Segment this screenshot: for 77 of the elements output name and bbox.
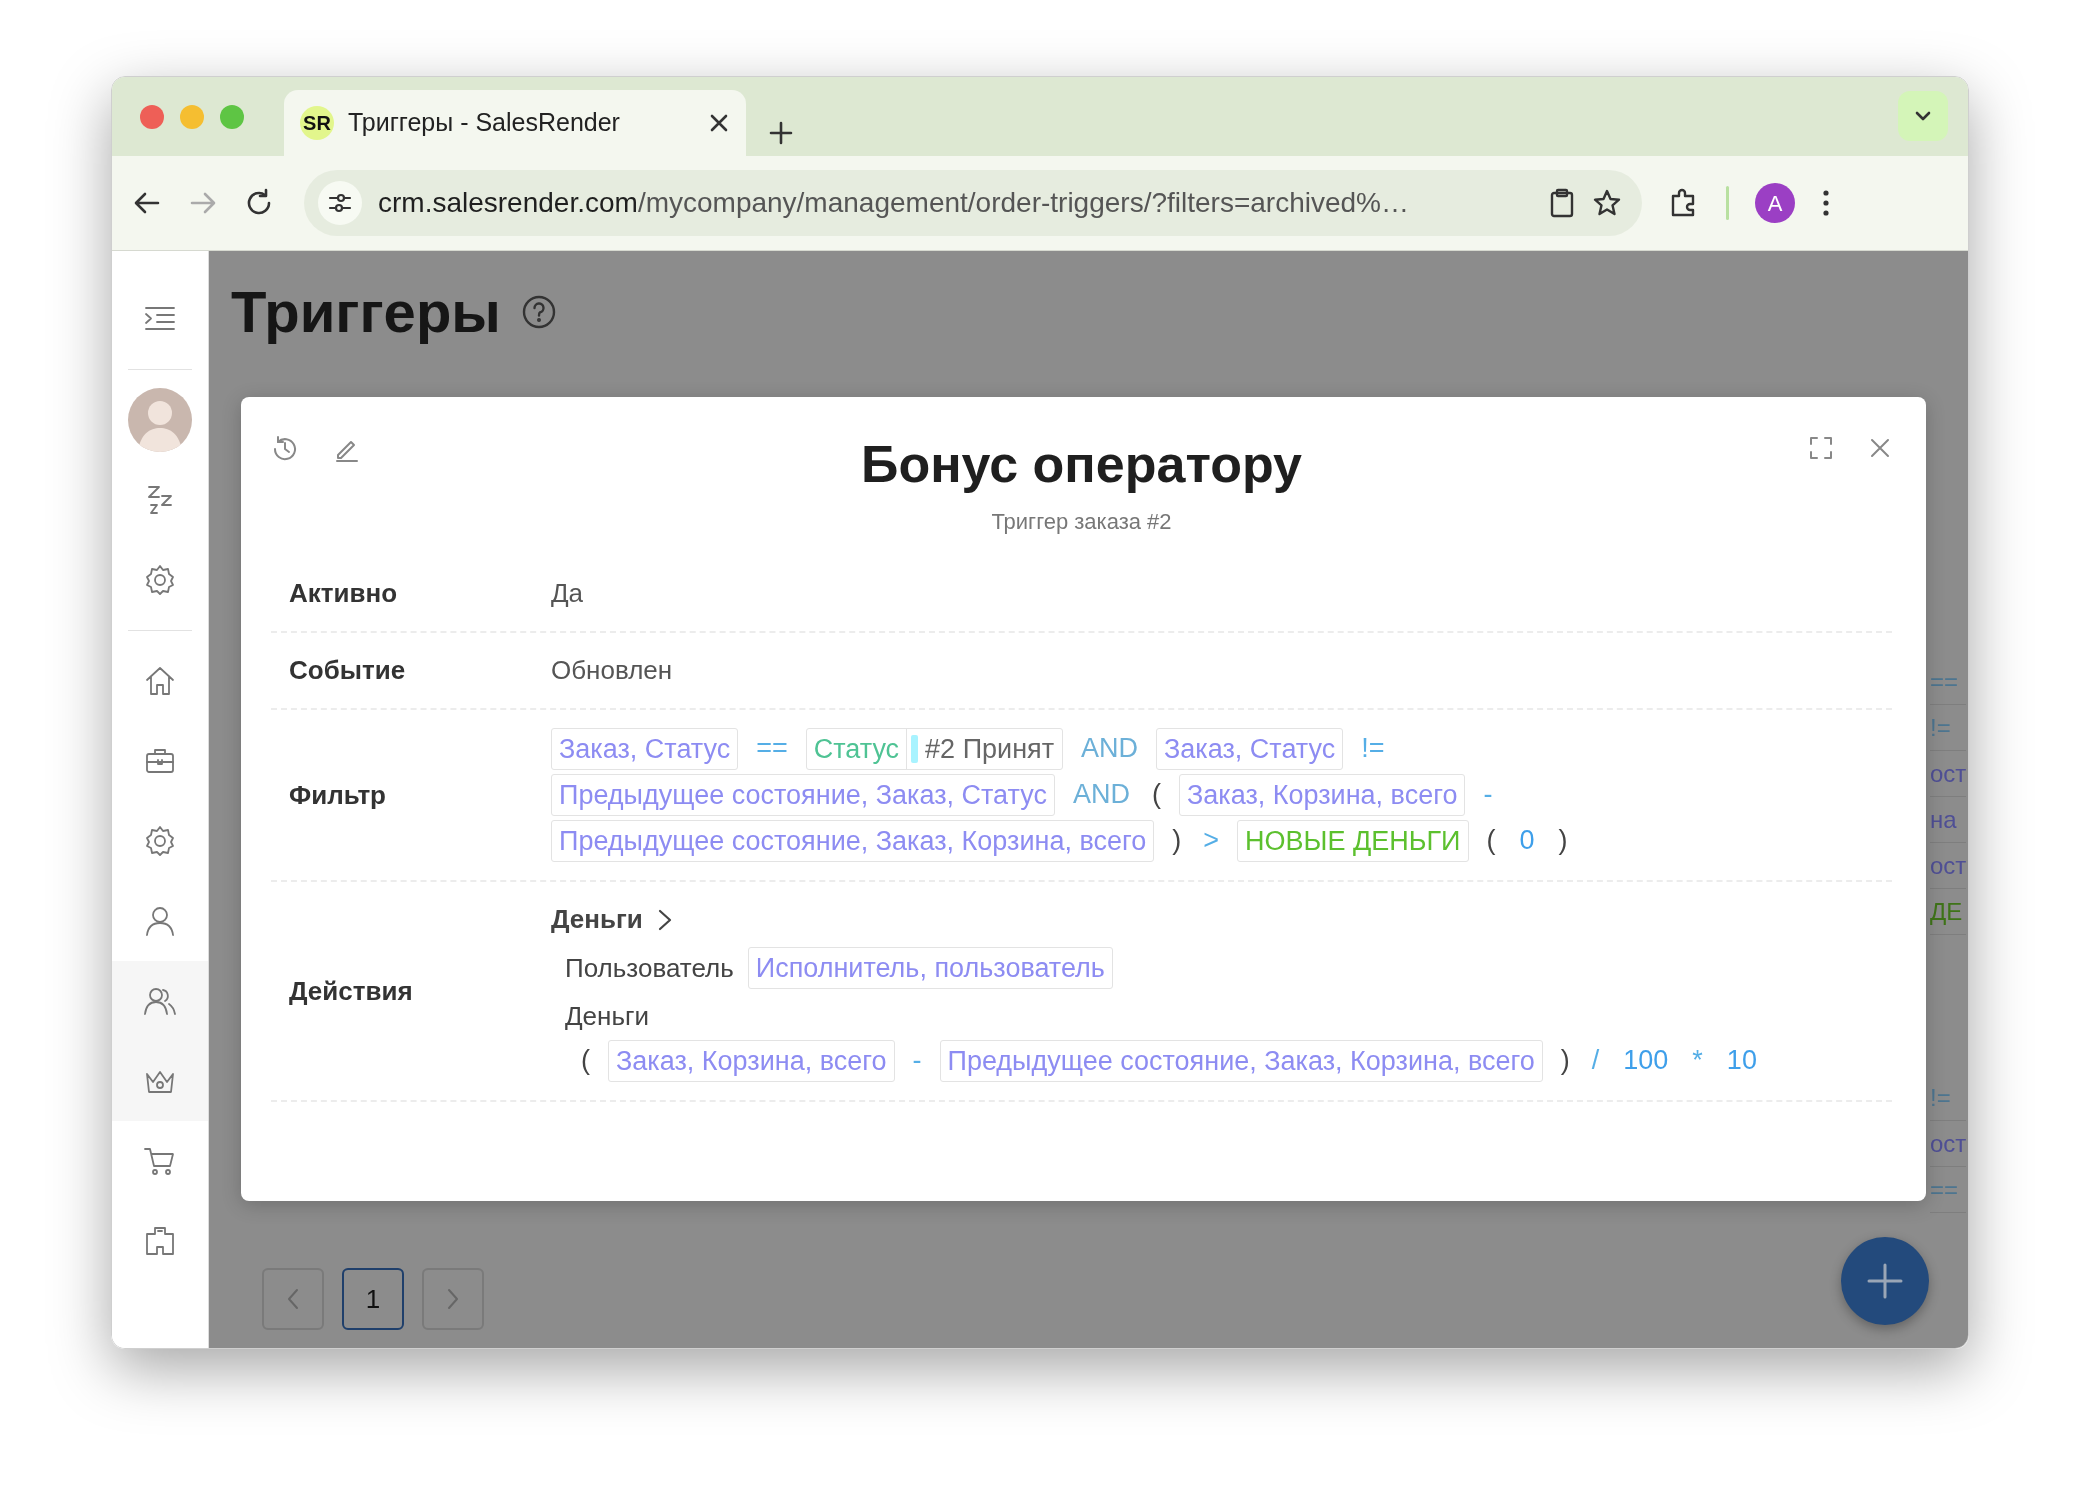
chevron-left-icon xyxy=(285,1287,301,1311)
field-token: Заказ, Статус xyxy=(551,728,739,771)
table-cell-text: != xyxy=(1930,1075,1967,1121)
operator: - xyxy=(1482,778,1494,812)
browser-tab[interactable]: SR Триггеры - SalesRender xyxy=(284,90,746,156)
operator: != xyxy=(1360,732,1386,766)
modal-subtitle: Триггер заказа #2 xyxy=(990,508,1173,537)
field-value: Обновлен xyxy=(551,654,673,688)
field-label: Событие xyxy=(288,654,407,688)
fullscreen-icon[interactable] xyxy=(1808,435,1834,461)
site-logo: SR xyxy=(300,106,334,140)
operator: > xyxy=(1202,824,1221,858)
parenthesis: ) xyxy=(1171,824,1183,858)
logic-operator: AND xyxy=(1071,778,1131,812)
number-value: 100 xyxy=(1622,1044,1670,1078)
home-icon[interactable] xyxy=(143,664,177,698)
table-cell-text: ост xyxy=(1930,843,1967,889)
page-title: Триггеры xyxy=(231,278,501,346)
close-window-button[interactable] xyxy=(140,104,164,129)
user-icon[interactable] xyxy=(143,904,177,938)
status-label: Статус xyxy=(806,729,908,770)
field-token: Предыдущее состояние, Заказ, Статус xyxy=(551,774,1055,817)
table-cell-text: ост xyxy=(1930,751,1967,797)
tab-title: Триггеры - SalesRender xyxy=(348,107,621,139)
bookmark-star-icon[interactable] xyxy=(1592,188,1622,218)
logic-operator: AND xyxy=(1080,732,1140,766)
field-label: Действия xyxy=(288,974,414,1008)
field-token: Предыдущее состояние, Заказ, Корзина, всего xyxy=(551,820,1155,863)
field-token: Предыдущее состояние, Заказ, Корзина, всего xyxy=(939,1040,1543,1083)
settings-icon[interactable] xyxy=(143,824,177,858)
operator: * xyxy=(1691,1044,1704,1078)
field-token: Заказ, Корзина, всего xyxy=(1178,774,1466,817)
table-cell-text: на xyxy=(1930,797,1967,843)
url-text: crm.salesrender.com/mycompany/management/order-triggers/?filters=archived%… xyxy=(378,186,1410,220)
plus-icon xyxy=(1865,1261,1905,1301)
number-value: 10 xyxy=(1725,1044,1758,1078)
parenthesis: ) xyxy=(1559,1044,1571,1078)
page-button[interactable]: 1 xyxy=(342,1268,404,1330)
number-value: 0 xyxy=(1518,824,1536,858)
add-button[interactable] xyxy=(1841,1237,1929,1325)
close-tab-button[interactable] xyxy=(708,112,730,134)
address-bar[interactable]: crm.salesrender.com/mycompany/management/order-triggers/?filters=archived%… xyxy=(304,170,1642,236)
field-label: Фильтр xyxy=(288,778,387,812)
function-token: НОВЫЕ ДЕНЬГИ xyxy=(1237,820,1469,863)
table-cell-text: ДЕ xyxy=(1930,889,1967,935)
table-cell-text: ост xyxy=(1930,1121,1967,1167)
chevron-right-icon xyxy=(445,1287,461,1311)
new-tab-button[interactable] xyxy=(768,120,794,146)
field-token: Заказ, Статус xyxy=(1156,728,1344,771)
param-label: Деньги xyxy=(565,1000,649,1034)
chevron-right-icon[interactable] xyxy=(656,907,673,932)
history-icon[interactable] xyxy=(271,435,299,463)
site-settings-icon[interactable] xyxy=(318,181,362,225)
action-title: Деньги xyxy=(551,903,643,937)
parenthesis: ( xyxy=(580,1044,591,1078)
table-cell-text: == xyxy=(1930,1167,1967,1213)
menu-icon[interactable] xyxy=(1821,188,1831,218)
settings-icon[interactable] xyxy=(143,563,177,597)
help-icon[interactable] xyxy=(520,293,557,330)
operator: == xyxy=(755,732,789,766)
field-value: Да xyxy=(551,577,584,611)
modal-title: Бонус оператору xyxy=(860,434,1303,495)
profile-avatar[interactable]: A xyxy=(1755,183,1795,223)
field-label: Активно xyxy=(288,577,399,611)
field-token: Исполнитель, пользователь xyxy=(747,947,1113,990)
operator: / xyxy=(1590,1044,1601,1078)
table-cell-text: != xyxy=(1930,705,1967,751)
param-label: Пользователь xyxy=(565,951,734,985)
parenthesis: ) xyxy=(1557,824,1569,858)
parenthesis: ( xyxy=(1150,778,1162,812)
table-cell-text: == xyxy=(1930,659,1967,705)
clipboard-icon[interactable] xyxy=(1548,188,1576,218)
parenthesis: ( xyxy=(1485,824,1497,858)
field-token: Заказ, Корзина, всего xyxy=(608,1040,895,1083)
status-value: #2 Принят xyxy=(924,733,1056,767)
building-icon[interactable] xyxy=(143,1224,177,1258)
operator: - xyxy=(911,1044,923,1078)
